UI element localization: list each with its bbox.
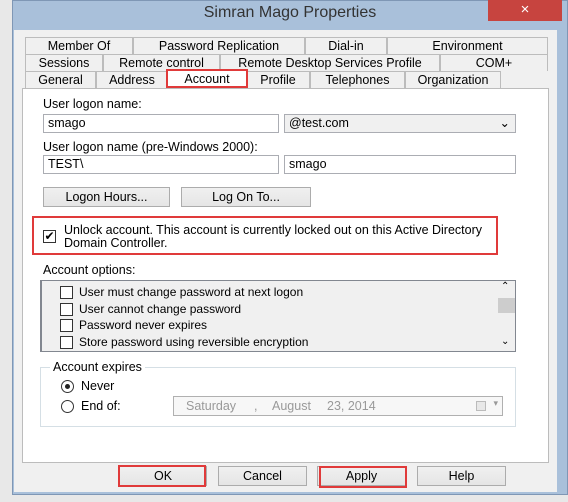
help-button[interactable]: Help	[417, 466, 506, 486]
option-item[interactable]: Password never expires	[60, 318, 500, 335]
tab-password-replication[interactable]: Password Replication	[133, 37, 305, 54]
scrollbar[interactable]: ⌃ ⌄	[497, 281, 515, 351]
scrollbar-thumb[interactable]	[498, 298, 515, 313]
option-label: User must change password at next logon	[79, 285, 304, 299]
tab-rds-profile[interactable]: Remote Desktop Services Profile	[220, 54, 440, 71]
tab-dial-in[interactable]: Dial-in	[305, 37, 387, 54]
close-icon: ×	[520, 1, 530, 18]
domain-select[interactable]: @test.com ⌄	[284, 114, 516, 133]
option-item[interactable]: Store password using reversible encrypti…	[60, 335, 500, 352]
date-weekday: Saturday	[186, 399, 237, 413]
tab-telephones[interactable]: Telephones	[310, 71, 405, 88]
window-title: Simran Mago Properties	[203, 4, 377, 21]
logon-hours-button[interactable]: Logon Hours...	[43, 187, 170, 207]
tab-environment[interactable]: Environment	[387, 37, 548, 54]
account-options-label: Account options:	[43, 263, 136, 277]
option-checkbox[interactable]	[60, 302, 73, 316]
date-month: August	[272, 399, 311, 413]
expiry-date-picker[interactable]: Saturday , August 23, 2014 ▾	[173, 396, 503, 416]
option-checkbox[interactable]	[60, 319, 73, 332]
option-checkbox[interactable]	[60, 335, 73, 349]
chevron-up-icon[interactable]: ⌃	[501, 281, 509, 292]
unlock-account-label: Unlock account. This account is currentl…	[64, 223, 483, 250]
cancel-button[interactable]: Cancel	[218, 466, 307, 486]
pre2000-name-input[interactable]: smago	[284, 155, 516, 174]
option-item[interactable]: User must change password at next logon	[60, 285, 500, 302]
date-day-year: 23, 2014	[327, 399, 376, 413]
tab-account[interactable]: Account	[166, 69, 248, 88]
option-item[interactable]: User cannot change password	[60, 302, 500, 319]
option-label: User cannot change password	[79, 301, 242, 316]
close-button[interactable]: ×	[488, 0, 562, 21]
tab-com-plus[interactable]: COM+	[440, 54, 548, 71]
tab-general[interactable]: General	[25, 71, 96, 88]
option-label: Password never expires	[79, 318, 208, 332]
account-expires-label: Account expires	[50, 360, 145, 374]
pre2000-label: User logon name (pre-Windows 2000):	[43, 140, 258, 154]
chevron-down-icon[interactable]: ⌄	[501, 336, 509, 347]
logon-name-input[interactable]: smago	[43, 114, 279, 133]
ok-highlight	[118, 465, 206, 487]
logon-name-label: User logon name:	[43, 97, 142, 111]
tab-profile[interactable]: Profile	[246, 71, 310, 88]
never-label: Never	[81, 379, 115, 393]
tab-address[interactable]: Address	[96, 71, 168, 88]
domain-value: @test.com	[289, 116, 349, 130]
option-checkbox[interactable]	[60, 286, 73, 299]
pre2000-domain-input[interactable]: TEST\	[43, 155, 279, 174]
unlock-account-checkbox[interactable]: ✔	[43, 230, 56, 243]
tab-sessions[interactable]: Sessions	[25, 54, 103, 71]
tab-organization[interactable]: Organization	[405, 71, 501, 88]
end-of-label: End of:	[81, 399, 121, 413]
calendar-icon[interactable]	[476, 401, 486, 411]
log-on-to-button[interactable]: Log On To...	[181, 187, 311, 207]
tab-member-of[interactable]: Member Of	[25, 37, 133, 54]
radio-dot	[65, 384, 70, 389]
date-separator: ,	[254, 399, 258, 413]
option-label: Store password using reversible encrypti…	[79, 334, 309, 349]
never-radio[interactable]	[61, 380, 74, 393]
chevron-down-icon[interactable]: ▾	[493, 398, 498, 409]
account-options-list[interactable]: User must change password at next logon …	[40, 280, 516, 352]
chevron-down-icon: ⌄	[499, 116, 510, 130]
apply-highlight	[319, 466, 407, 488]
end-of-radio[interactable]	[61, 400, 74, 413]
